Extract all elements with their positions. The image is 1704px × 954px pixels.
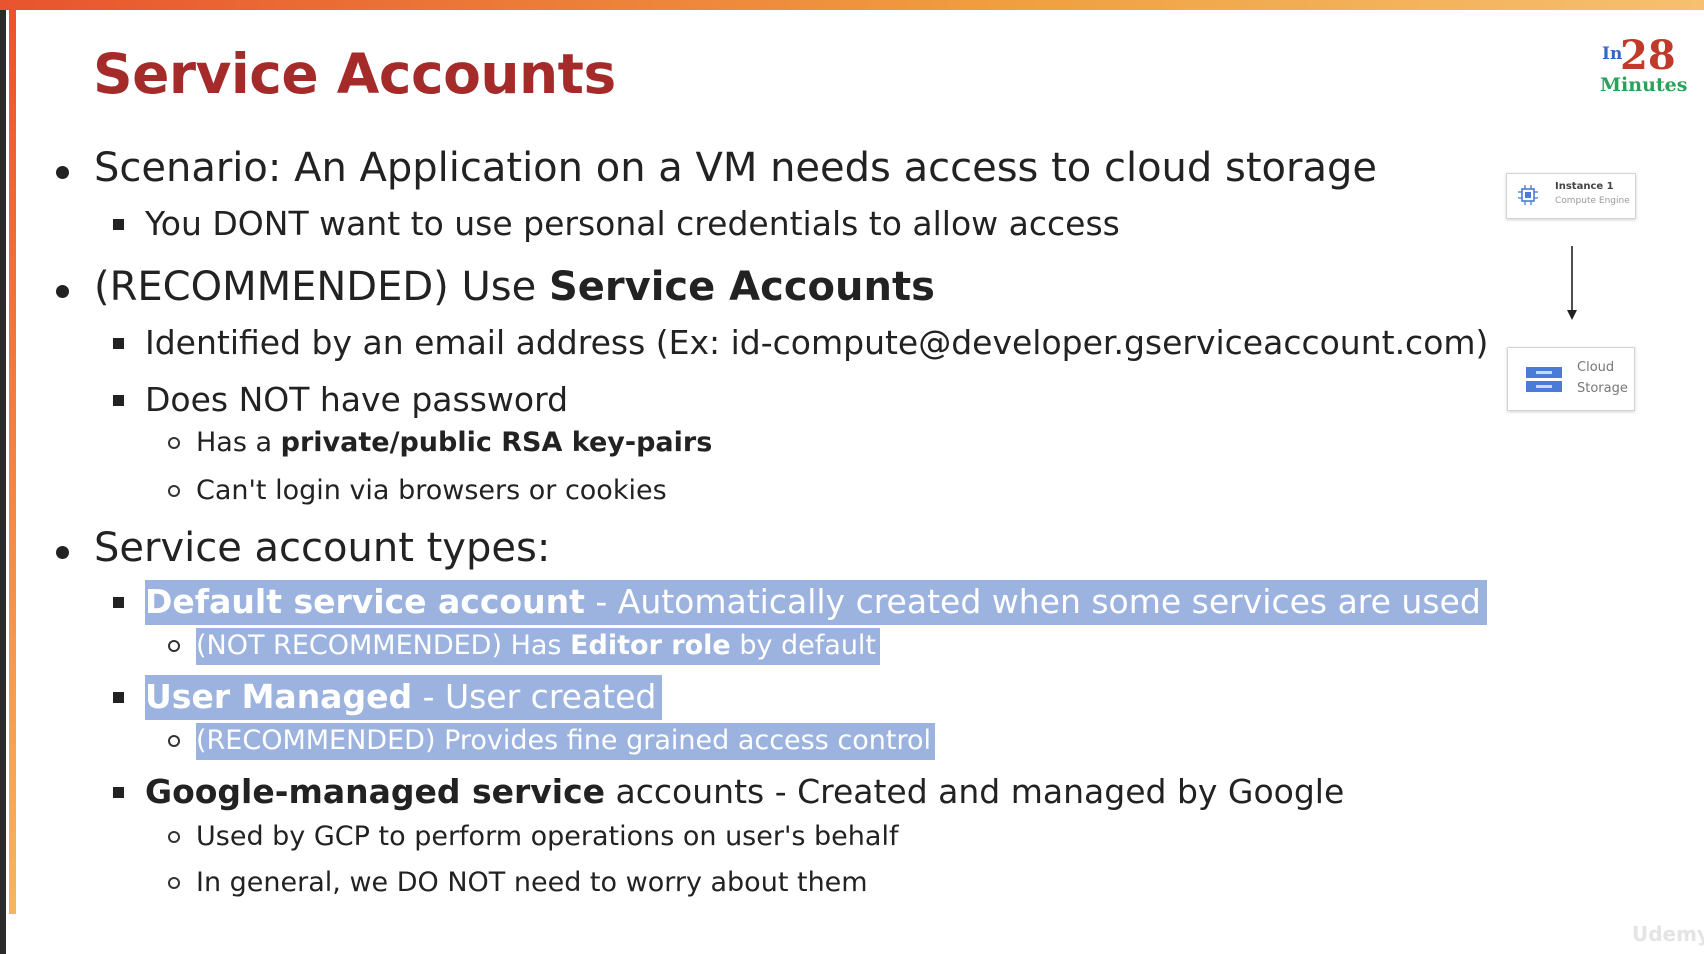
- bullet-types: Service account types:: [94, 525, 551, 571]
- instance-title: Instance 1: [1555, 181, 1614, 192]
- default-rest: - Automatically created when some servic…: [584, 582, 1481, 621]
- left-edge: [0, 0, 6, 954]
- down-arrow-icon: [1567, 246, 1577, 320]
- bullet-circle: [168, 831, 180, 843]
- bullet-circle: [168, 437, 180, 449]
- bullet-circle: [168, 735, 180, 747]
- bullet-circle: [168, 877, 180, 889]
- bullet-circle: [168, 485, 180, 497]
- bullet-square: [113, 597, 124, 608]
- logo-number: 28: [1620, 32, 1676, 79]
- compute-engine-card: Instance 1 Compute Engine: [1506, 173, 1636, 219]
- default-sub-bold: Editor role: [570, 630, 731, 661]
- bullet-dot: [56, 166, 69, 179]
- bullet-square: [113, 219, 124, 230]
- bullet-google-sub1: Used by GCP to perform operations on use…: [196, 821, 899, 852]
- logo-minutes: Minutes: [1600, 74, 1688, 96]
- bullet-square: [113, 338, 124, 349]
- bullet-dot: [56, 285, 69, 298]
- storage-line1: Cloud: [1577, 360, 1615, 375]
- user-rest: - User created: [412, 677, 657, 716]
- bullet-keypairs: Has a private/public RSA key-pairs: [196, 427, 712, 458]
- default-sub-suffix: by default: [730, 630, 877, 661]
- keypairs-prefix: Has a: [196, 427, 281, 458]
- user-sub-highlight[interactable]: (RECOMMENDED) Provides fine grained acce…: [196, 723, 935, 760]
- bullet-square: [113, 395, 124, 406]
- udemy-watermark: Udemy: [1632, 922, 1704, 946]
- keypairs-bold: private/public RSA key-pairs: [280, 427, 713, 458]
- recommended-bold: Service Accounts: [548, 264, 935, 310]
- slide-title: Service Accounts: [93, 42, 616, 106]
- bullet-identified: Identified by an email address (Ex: id-c…: [145, 323, 1489, 362]
- left-accent-bar: [9, 6, 16, 914]
- bullet-scenario: Scenario: An Application on a VM needs a…: [94, 145, 1377, 191]
- bullet-square: [113, 787, 124, 798]
- bullet-dot: [56, 546, 69, 559]
- user-bold: User Managed: [145, 677, 413, 716]
- bullet-square: [113, 692, 124, 703]
- cloud-storage-card: Cloud Storage: [1507, 347, 1635, 411]
- bullet-google-sub2: In general, we DO NOT need to worry abou…: [196, 867, 868, 898]
- cloud-storage-icon: [1526, 367, 1562, 392]
- bullet-cant-login: Can't login via browsers or cookies: [196, 475, 667, 506]
- in28minutes-logo: In 28 Minutes: [1598, 32, 1688, 102]
- bullet-user-managed[interactable]: User Managed - User created: [145, 675, 663, 720]
- bullet-circle: [168, 640, 180, 652]
- default-highlight[interactable]: Default service account - Automatically …: [145, 580, 1487, 625]
- bullet-default[interactable]: Default service account - Automatically …: [145, 580, 1487, 625]
- default-sub-prefix: (NOT RECOMMENDED) Has: [196, 630, 571, 661]
- recommended-prefix: (RECOMMENDED) Use: [94, 264, 549, 310]
- storage-line2: Storage: [1577, 381, 1628, 396]
- default-sub-highlight[interactable]: (NOT RECOMMENDED) Has Editor role by def…: [196, 628, 881, 665]
- top-accent-bar: [0, 0, 1704, 10]
- google-rest: accounts - Created and managed by Google: [605, 772, 1345, 811]
- bullet-google-managed: Google-managed service accounts - Create…: [145, 772, 1344, 811]
- compute-engine-icon: [1518, 185, 1538, 205]
- bullet-user-sub[interactable]: (RECOMMENDED) Provides fine grained acce…: [196, 723, 935, 760]
- google-bold: Google-managed service: [145, 772, 606, 811]
- bullet-default-sub[interactable]: (NOT RECOMMENDED) Has Editor role by def…: [196, 628, 881, 665]
- bullet-no-password: Does NOT have password: [145, 380, 569, 419]
- bullet-recommended: (RECOMMENDED) Use Service Accounts: [94, 264, 935, 310]
- user-highlight[interactable]: User Managed - User created: [145, 675, 663, 720]
- instance-subtitle: Compute Engine: [1555, 196, 1630, 206]
- default-bold: Default service account: [145, 582, 585, 621]
- bullet-no-personal: You DONT want to use personal credential…: [145, 204, 1120, 243]
